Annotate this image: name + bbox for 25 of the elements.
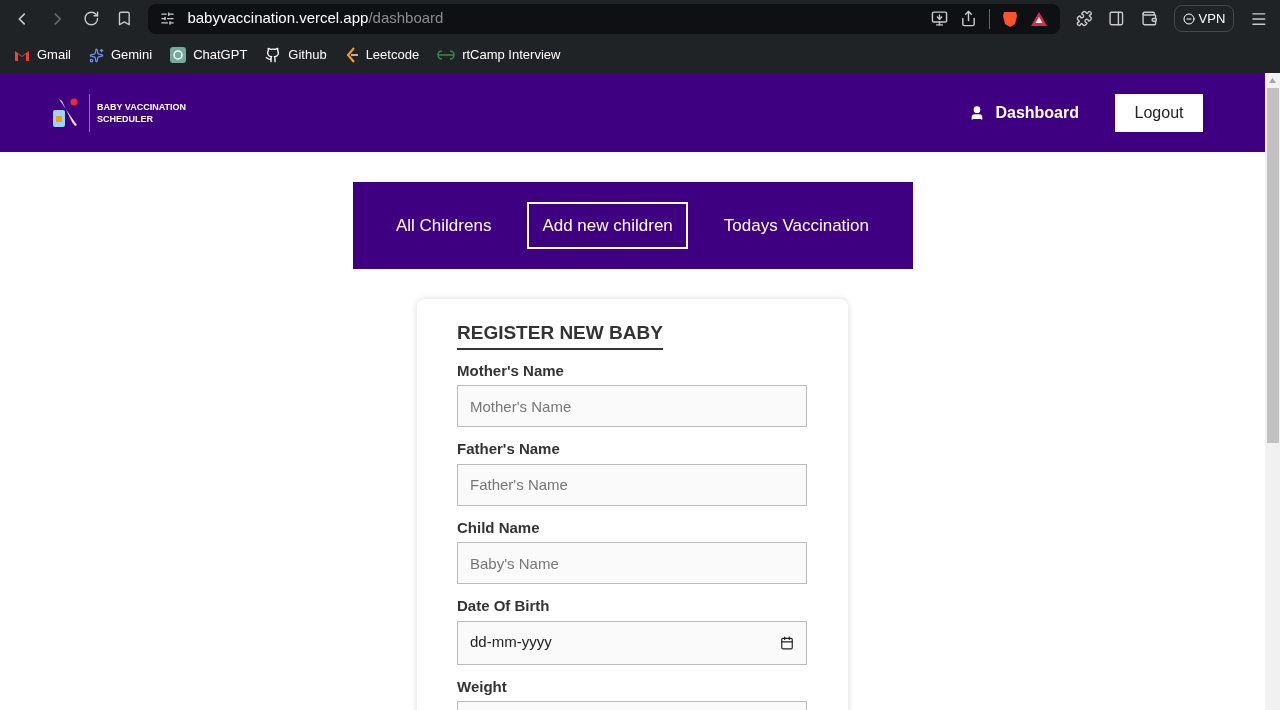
- input-field[interactable]: Baby's Name: [457, 542, 807, 584]
- tab[interactable]: Add new children: [527, 202, 688, 249]
- bookmark-item[interactable]: Gemini: [88, 45, 153, 65]
- logout-button[interactable]: Logout: [1115, 93, 1203, 132]
- field-label: Child Name: [457, 517, 541, 538]
- input-field[interactable]: Father's Name: [457, 463, 807, 506]
- brand-name: BABY VACCINATION SCHEDULER: [97, 100, 187, 125]
- tab[interactable]: Todays Vaccination: [711, 202, 882, 249]
- vpn-button[interactable]: VPN: [1173, 5, 1235, 32]
- field-label: Father's Name: [457, 439, 561, 459]
- tab[interactable]: All Childrens: [383, 202, 504, 249]
- bookmark-item[interactable]: Leetcode: [344, 45, 420, 65]
- field-label: Weight: [457, 676, 508, 697]
- dashboard-link[interactable]: Dashboard: [969, 100, 1079, 125]
- field-label: Mother's Name: [457, 360, 565, 381]
- bookmark-item[interactable]: Github: [265, 45, 327, 65]
- bookmark-item[interactable]: Gmail: [14, 45, 71, 65]
- field-label: Date Of Birth: [457, 596, 551, 616]
- address-bar[interactable]: babyvaccination.vercel.app/dashboard: [148, 3, 1060, 34]
- form-title: REGISTER NEW BABY: [457, 322, 663, 343]
- bookmark-item[interactable]: rtCamp Interview: [437, 45, 561, 65]
- bookmark-item[interactable]: ChatGPT: [170, 45, 248, 65]
- date-field[interactable]: dd-mm-yyyy: [457, 620, 807, 665]
- input-field[interactable]: Mother's Name: [457, 385, 807, 427]
- url-text: babyvaccination.vercel.app/dashboard: [187, 8, 444, 29]
